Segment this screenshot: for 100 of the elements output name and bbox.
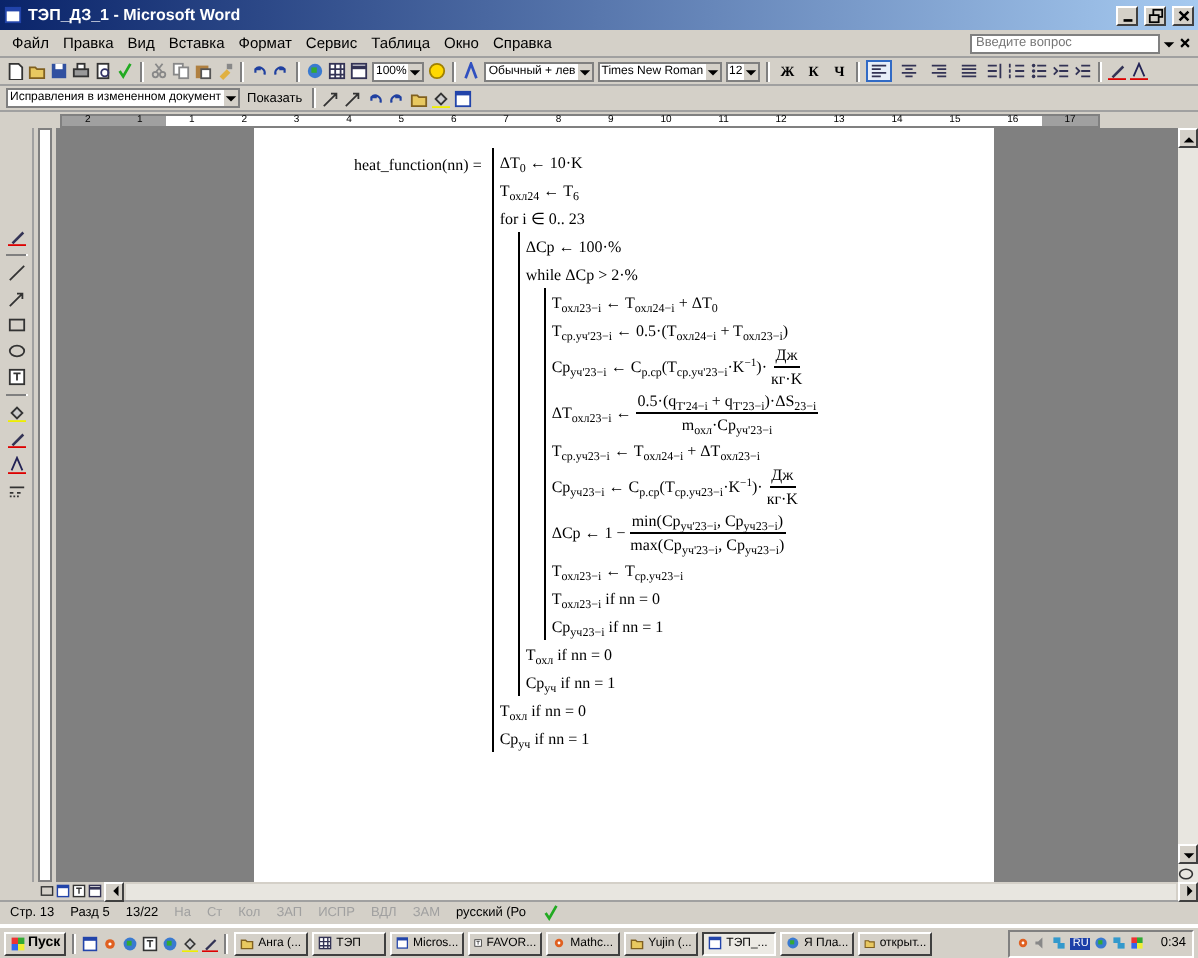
ellipse-icon	[7, 342, 25, 360]
formula-line: Cp$_{уч'}$$_{23−i}$ ← C$_{p.cp}$(T$_{ср.уч'}$$_{23−i}$·K$^{−1}$)·	[551, 358, 767, 376]
formula-line: ΔCp ← 100·%	[525, 237, 622, 255]
horizontal-scrollbar[interactable]	[126, 883, 1176, 899]
formula-line: Cp$_{уч}$$_{23−i}$ ← C$_{p.cp}$(T$_{ср.уч}$$_{23−i}$·K$^{−1}$)·	[551, 478, 763, 496]
scroll-up-button[interactable]	[1178, 128, 1198, 148]
formula-line: T$_{охл}$$_{24}$ ← T$_{6}$	[499, 181, 579, 199]
restore-button[interactable]	[1144, 5, 1166, 25]
fraction-denominator: max(Cp$_{уч'}$$_{23−i}$, Cp$_{уч}$$_{23−i}$)	[630, 534, 785, 554]
web-view-icon	[56, 884, 70, 898]
network-icon	[1052, 936, 1067, 950]
paste-icon	[194, 62, 212, 80]
styles-icon	[462, 62, 481, 80]
down-arrow-icon	[1181, 847, 1195, 861]
line-icon	[7, 264, 25, 282]
spelling-status-icon	[541, 904, 560, 922]
dropdown-arrow-icon	[577, 63, 592, 79]
open-folder-icon	[864, 936, 876, 950]
scroll-right-button[interactable]	[1178, 881, 1198, 901]
globe-icon	[162, 935, 179, 951]
close-icon	[1175, 7, 1191, 23]
align-left-icon	[870, 62, 889, 80]
browse-object-icon	[1178, 866, 1194, 882]
formula-line: T$_{охл}$$_{23−i}$ if nn = 0	[551, 589, 661, 607]
text-box-icon	[7, 368, 25, 386]
undo-icon	[250, 62, 268, 80]
formula-line: for i ∈ 0.. 23	[499, 209, 585, 227]
network-icon	[1112, 936, 1127, 950]
align-right-icon	[930, 62, 949, 80]
scroll-left-button[interactable]	[104, 881, 124, 901]
window-title: ТЭП_ДЗ_1 - Microsoft Word	[28, 6, 243, 24]
formula-line: Cp$_{уч}$ if nn = 1	[525, 673, 616, 691]
open-folder-icon	[28, 62, 46, 80]
dropdown-arrow-icon	[408, 63, 423, 79]
table-icon	[318, 936, 333, 950]
window-icon	[708, 936, 723, 950]
outline-view-icon	[88, 884, 102, 898]
scissors-icon	[150, 62, 168, 80]
close-icon	[1178, 36, 1192, 50]
fraction-numerator: 0.5·(q$_{T'}$$_{24−i}$ + q$_{T'}$$_{23−i}$)·ΔS$_{23−i}$	[635, 392, 819, 414]
window-icon	[396, 936, 409, 950]
app-icon	[4, 6, 22, 24]
formula-line: T$_{охл}$$_{23−i}$ ← T$_{охл}$$_{24−i}$ + ΔT$_{0}$	[551, 293, 718, 311]
vertical-scrollbar[interactable]	[1178, 128, 1198, 882]
formula-line: while ΔCp > 2·%	[525, 265, 638, 283]
normal-view-icon	[40, 884, 54, 898]
flag-icon	[10, 935, 26, 951]
decrease-indent-icon	[1052, 62, 1071, 80]
text-box-icon	[474, 936, 483, 950]
text-box-icon	[142, 935, 159, 951]
reviewing-pane-icon	[454, 89, 473, 107]
scroll-down-button[interactable]	[1178, 844, 1198, 864]
close-button[interactable]	[1172, 5, 1194, 25]
comment-folder-icon	[410, 89, 429, 107]
formula-line: T$_{охл}$ if nn = 0	[525, 645, 612, 663]
formula-line: Cp$_{уч}$$_{23−i}$ if nn = 1	[551, 617, 664, 635]
dash-style-icon	[7, 482, 25, 500]
increase-indent-icon	[1074, 62, 1093, 80]
window-icon	[82, 935, 99, 951]
fraction-denominator: кг·K	[770, 368, 803, 388]
highlighter-icon	[1108, 62, 1127, 80]
pen-icon	[7, 430, 25, 448]
print-layout-view-icon	[72, 884, 86, 898]
fraction-numerator: min(Cp$_{уч'}$$_{23−i}$, Cp$_{уч}$$_{23−i}$)	[629, 512, 786, 534]
right-arrow-icon	[1181, 884, 1195, 898]
formula-line: ΔT$_{охл}$$_{23−i}$ ←	[551, 404, 632, 422]
help-icon	[428, 62, 447, 80]
arrow-icon	[7, 290, 25, 308]
printer-icon	[72, 62, 90, 80]
pen-icon	[202, 935, 219, 951]
fraction-numerator: Дж	[769, 466, 796, 488]
table-icon	[328, 62, 346, 80]
pen-icon	[7, 228, 25, 246]
fraction-denominator: кг·K	[766, 488, 798, 508]
formula-line: T$_{ср.уч'}$$_{23−i}$ ← 0.5·(T$_{охл}$$_{24−i}$ + T$_{охл}$$_{23−i}$)	[551, 321, 789, 339]
globe-icon	[306, 62, 324, 80]
open-folder-icon	[630, 936, 645, 950]
restore-icon	[1147, 7, 1163, 23]
print-preview-icon	[94, 62, 112, 80]
formula-line: ΔCp ← 1 −	[551, 524, 626, 542]
numbered-list-icon	[1008, 62, 1027, 80]
minimize-button[interactable]	[1116, 5, 1138, 25]
dropdown-arrow-icon	[223, 90, 238, 106]
bulleted-list-icon	[1030, 62, 1049, 80]
redo-icon	[272, 62, 290, 80]
highlight-icon	[432, 89, 451, 107]
copy-icon	[172, 62, 190, 80]
flag-icon	[1130, 936, 1145, 950]
fraction-numerator: Дж	[773, 346, 800, 368]
align-button[interactable]	[866, 60, 893, 82]
font-color-icon	[1130, 62, 1149, 80]
spelling-icon	[116, 62, 134, 80]
globe-icon	[1094, 936, 1109, 950]
dropdown-arrow-icon	[744, 63, 759, 79]
save-icon	[50, 62, 68, 80]
formula-line: Cp$_{уч}$ if nn = 1	[499, 729, 590, 747]
brush-icon	[216, 62, 234, 80]
dropdown-arrow-icon	[705, 63, 720, 79]
line-spacing-icon	[986, 62, 1005, 80]
formula-line: ΔT$_{0}$ ← 10·K	[499, 153, 583, 171]
